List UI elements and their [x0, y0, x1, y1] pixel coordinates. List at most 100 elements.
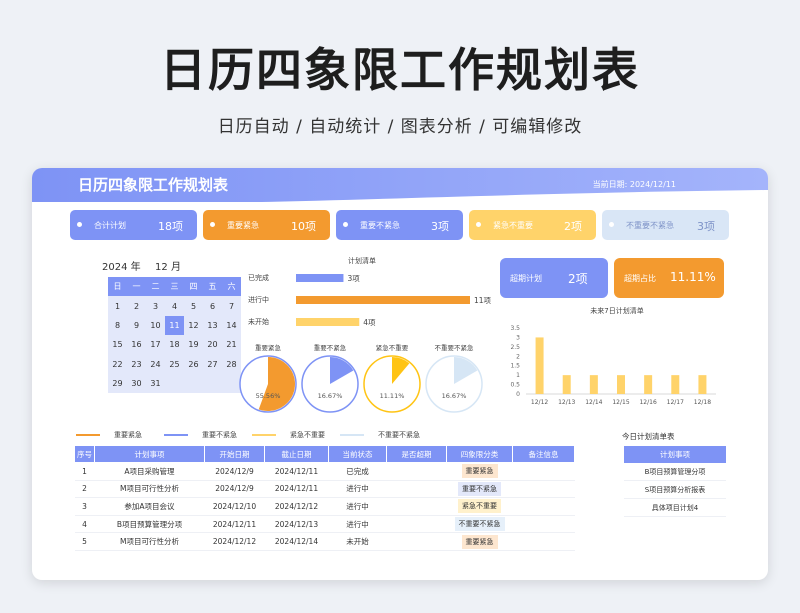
- row-status: 已完成: [328, 462, 387, 481]
- calendar-day[interactable]: 27: [203, 354, 222, 374]
- table-header: 四象限分类: [446, 445, 513, 463]
- y-tick-label: 0.5: [510, 382, 520, 389]
- status-bar-label: 未开始: [248, 317, 269, 326]
- x-tick-label: 12/14: [585, 399, 602, 406]
- today-item[interactable]: B项目预算管理分项: [624, 464, 726, 481]
- row-overdue: [386, 497, 447, 516]
- calendar-day[interactable]: 4: [165, 296, 184, 316]
- row-note: [512, 532, 575, 551]
- calendar-day[interactable]: 9: [127, 315, 146, 336]
- today-item[interactable]: S项目预算分析报表: [624, 482, 726, 499]
- stat-card: 重要不紧急 3项: [336, 210, 463, 240]
- calendar-day[interactable]: 15: [108, 335, 127, 355]
- calendar-day[interactable]: 5: [184, 296, 203, 316]
- calendar-year: 2024: [102, 262, 128, 273]
- status-bar-label: 进行中: [248, 295, 269, 304]
- row-overdue: [386, 480, 447, 499]
- table-row[interactable]: 2 M项目可行性分析 2024/12/9 2024/12/11 进行中 重要不紧急: [74, 480, 575, 499]
- row-item: A项目采购管理: [94, 462, 205, 481]
- weekday-header: 日: [108, 277, 127, 297]
- calendar-day[interactable]: 26: [184, 354, 203, 374]
- legend-swatch: [340, 434, 364, 436]
- stat-dot: [210, 222, 215, 227]
- calendar-day[interactable]: 1: [108, 296, 127, 316]
- week-bar: [589, 375, 598, 394]
- calendar-day[interactable]: 14: [222, 315, 241, 336]
- calendar-day[interactable]: 22: [108, 354, 127, 374]
- row-overdue: [386, 532, 447, 551]
- x-tick-label: 12/17: [667, 399, 684, 406]
- y-tick-label: 2: [516, 353, 520, 360]
- week-bar: [562, 375, 571, 394]
- week-chart-title: 未来7日计划清单: [590, 307, 644, 315]
- calendar-day[interactable]: 29: [108, 373, 127, 394]
- calendar-day[interactable]: 18: [165, 335, 184, 355]
- calendar-month: 12: [155, 262, 168, 273]
- today-header: 计划事项: [624, 446, 726, 463]
- row-item: M项目可行性分析: [94, 480, 205, 499]
- calendar-day[interactable]: 11: [165, 315, 184, 336]
- legend-label: 重要紧急: [114, 431, 142, 439]
- row-start: 2024/12/12: [204, 532, 265, 551]
- overdue-ratio-card: 超期占比 11.11%: [614, 258, 724, 298]
- calendar-day[interactable]: 7: [222, 296, 241, 316]
- pie-label: 不重要不紧急: [435, 344, 475, 352]
- stat-dot: [77, 222, 82, 227]
- row-no: 2: [74, 480, 95, 499]
- calendar-day[interactable]: 31: [146, 373, 165, 394]
- x-tick-label: 12/18: [694, 399, 711, 406]
- row-category-cell: 不重要不紧急: [446, 515, 513, 534]
- calendar-day[interactable]: 20: [203, 335, 222, 355]
- calendar-day[interactable]: 2: [127, 296, 146, 316]
- stat-label: 重要紧急: [227, 221, 259, 230]
- status-bar: [296, 274, 344, 282]
- calendar-day[interactable]: 25: [165, 354, 184, 374]
- status-bar-chart: 已完成 3项进行中 11项未开始 4项: [248, 273, 492, 327]
- stat-label: 不重要不紧急: [626, 221, 674, 230]
- stat-card: 不重要不紧急 3项: [602, 210, 729, 240]
- week-bar: [535, 337, 544, 394]
- quadrant-pies: 重要紧急 55.56% 重要不紧急 16.67% 紧急不重要 11.11% 不重要不紧急 16…: [239, 344, 483, 413]
- calendar-day[interactable]: 6: [203, 296, 222, 316]
- calendar-day[interactable]: 12: [184, 315, 203, 336]
- table-row[interactable]: 4 B项目预算管理分项 2024/12/11 2024/12/13 进行中 不重要不紧急: [74, 515, 575, 534]
- calendar-day[interactable]: 24: [146, 354, 165, 374]
- calendar-day[interactable]: 23: [127, 354, 146, 374]
- calendar-day[interactable]: 8: [108, 315, 127, 336]
- weekday-header: 五: [203, 277, 222, 297]
- table-row[interactable]: 3 参加A项目会议 2024/12/10 2024/12/12 进行中 紧急不重要: [74, 497, 575, 516]
- stat-card: 重要紧急 10项: [203, 210, 330, 240]
- calendar-day[interactable]: 3: [146, 296, 165, 316]
- weekday-header: 六: [222, 277, 241, 297]
- y-tick-label: 2.5: [510, 344, 520, 351]
- row-status: 进行中: [328, 515, 387, 534]
- calendar-grid: 日一二三四五六 1 2 3 4 5 6 7 8 9 10 11 12 13 14 15 16 17 18 19 20 21…: [108, 277, 241, 394]
- weekday-header: 四: [184, 277, 203, 297]
- calendar-day[interactable]: 30: [127, 373, 146, 394]
- planner-sheet: 日历四象限工作规划表 当前日期: 2024/12/11 合计计划 18项 重要紧急 1…: [32, 168, 768, 580]
- calendar-day[interactable]: 16: [127, 335, 146, 355]
- stat-count: 3项: [697, 220, 715, 233]
- category-tag: 重要不紧急: [458, 481, 501, 496]
- stat-count: 3项: [431, 220, 449, 233]
- stat-count: 10项: [291, 220, 316, 233]
- row-start: 2024/12/10: [204, 497, 265, 516]
- calendar-day[interactable]: 17: [146, 335, 165, 355]
- table-header: 是否超期: [386, 445, 447, 463]
- calendar-day[interactable]: 10: [146, 315, 165, 336]
- table-row[interactable]: 5 M项目可行性分析 2024/12/12 2024/12/14 未开始 重要紧急: [74, 532, 575, 551]
- legend-swatch: [164, 434, 188, 436]
- table-header: 序号: [74, 445, 95, 463]
- current-date: 当前日期: 2024/12/11: [592, 180, 676, 189]
- calendar-day[interactable]: 19: [184, 335, 203, 355]
- today-item[interactable]: 具体项目计划4: [624, 500, 726, 517]
- row-category-cell: 紧急不重要: [446, 497, 513, 516]
- table-row[interactable]: 1 A项目采购管理 2024/12/9 2024/12/11 已完成 重要紧急: [74, 462, 575, 481]
- stat-card: 合计计划 18项: [70, 210, 197, 240]
- today-title: 今日计划清单表: [622, 432, 675, 441]
- row-category-cell: 重要不紧急: [446, 480, 513, 499]
- plan-table: 序号 计划事项 开始日期 截止日期 当前状态 是否超期 四象限分类 备注信息 1 A项目采购管理 2…: [74, 445, 575, 551]
- stats-bar: 合计计划 18项 重要紧急 10项 重要不紧急 3项 紧急不重要 2项 不重要不紧急 3项: [70, 210, 730, 240]
- table-header: 截止日期: [264, 445, 329, 463]
- calendar-day[interactable]: 13: [203, 315, 222, 336]
